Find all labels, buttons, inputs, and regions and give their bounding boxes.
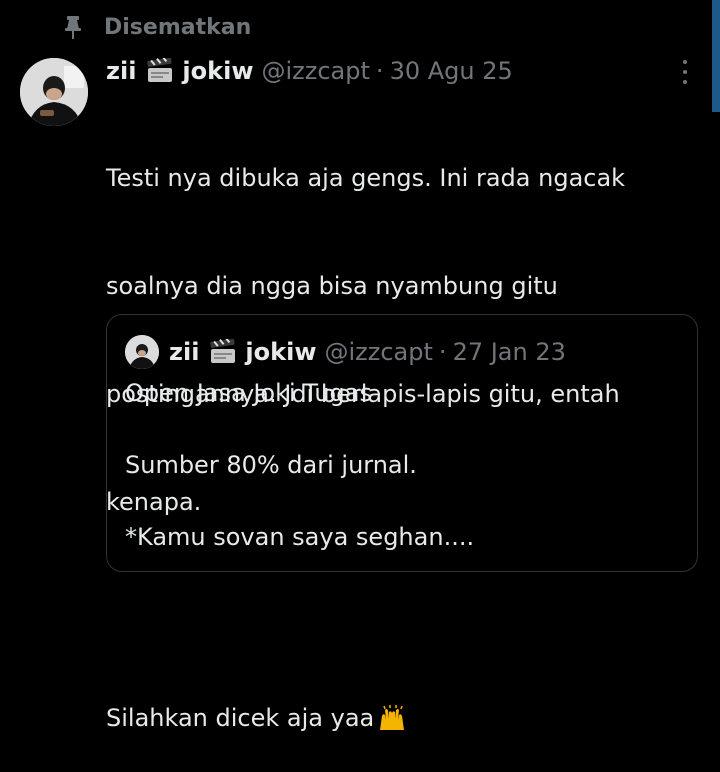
quoted-author-name-suffix[interactable]: jokiw [245,338,316,366]
avatar[interactable] [20,58,88,126]
quoted-line: *Kamu sovan saya seghan.... [125,523,475,551]
quoted-tweet-card[interactable]: zii jokiw @izzcapt · 27 Jan 23 Open Jasa… [106,314,698,572]
tweet-line: Silahkan dicek aja yaa [106,704,375,732]
separator: · [375,57,384,85]
tweet-date[interactable]: 30 Agu 25 [390,57,513,85]
raising-hands-emoji [380,705,405,730]
tweet-header: zii jokiw @izzcapt · 30 Agu 25 [106,54,670,88]
quoted-line: Open Jasa Joki Tugas [125,379,372,407]
more-options-icon[interactable] [676,60,694,84]
quoted-tweet-date[interactable]: 27 Jan 23 [453,338,566,366]
pinned-indicator: Disematkan [62,12,251,42]
tweet-line: soalnya dia ngga bisa nyambung gitu [106,272,558,300]
quoted-line-blank [125,411,685,447]
pin-icon [65,16,81,39]
tweet-line: Testi nya dibuka aja gengs. Ini rada nga… [106,164,626,192]
clapper-board-icon [210,339,236,363]
scrollbar[interactable] [712,0,720,112]
quoted-tweet-text: Open Jasa Joki Tugas Sumber 80% dari jur… [125,375,685,555]
quoted-author-name[interactable]: zii [169,338,199,366]
quoted-line-blank [125,483,685,519]
avatar-photo [20,58,88,126]
author-name[interactable]: zii [106,57,136,85]
tweet-last-line: Silahkan dicek aja yaa [106,700,676,736]
author-name-suffix[interactable]: jokiw [182,57,253,85]
quoted-separator: · [438,338,447,366]
quoted-line: Sumber 80% dari jurnal. [125,451,417,479]
clapper-board-icon [147,58,173,82]
quoted-author-handle[interactable]: @izzcapt [325,338,433,366]
quoted-avatar[interactable] [125,335,159,369]
quoted-avatar-photo [125,335,159,369]
author-handle[interactable]: @izzcapt [262,57,370,85]
quoted-tweet-header: zii jokiw @izzcapt · 27 Jan 23 [169,335,566,369]
pinned-label: Disematkan [104,14,252,40]
